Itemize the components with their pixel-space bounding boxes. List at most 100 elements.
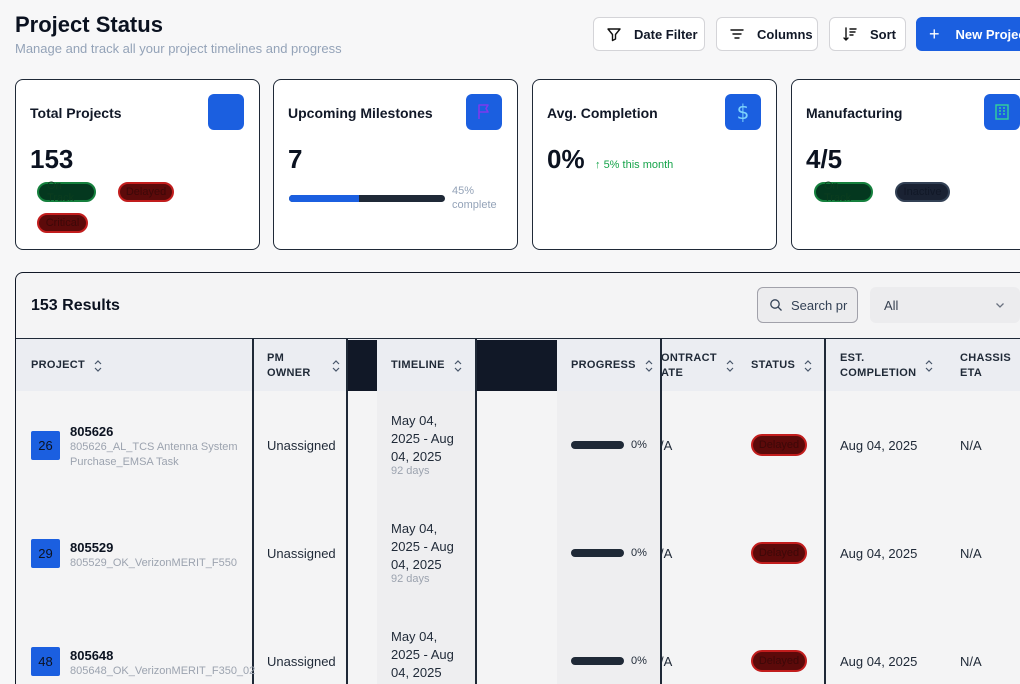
col-header-pm-owner[interactable]: PM OWNER [267,339,341,392]
pm-owner: Unassigned [267,438,336,453]
timeline-range: May 04, 2025 - Aug 04, 2025 [391,520,471,574]
project-description: 805529_OK_VerizonMERIT_F550 [70,556,240,571]
col-label: PROGRESS [571,359,636,371]
sort-arrows-icon [332,359,340,372]
columns-label: Columns [757,26,813,42]
project-name[interactable]: 805529 [70,540,113,555]
timeline-days: 92 days [391,465,430,477]
card-title: Avg. Completion [547,105,658,121]
new-project-button[interactable]: + New Project [916,17,1020,51]
card-title: Total Projects [30,105,122,121]
col-header-timeline[interactable]: TIMELINE [391,339,463,392]
table-row[interactable]: 26 805626 805626_AL_TCS Antenna System P… [16,391,1020,499]
trend-indicator: ↑ 5% this month [595,159,673,171]
columns-button[interactable]: Columns [716,17,818,51]
flag-icon [466,94,502,130]
hidden-column-header [476,340,557,391]
sort-arrows-icon [645,359,653,372]
card-avg-completion: Avg. Completion $ 0% ↑ 5% this month [532,79,777,250]
col-header-status[interactable]: STATUS [751,339,813,392]
col-label: EST. [840,351,865,364]
contract-date: /A [660,654,673,669]
project-description-line: Purchase_EMSA Task [70,456,179,468]
milestone-progress-bar [289,195,445,202]
project-id-badge: 26 [31,431,60,460]
timeline-line: 2025 - Aug [391,539,454,554]
folder-icon [208,94,244,130]
project-description: 805626_AL_TCS Antenna System Purchase_EM… [70,440,240,470]
status-badge: Delayed [751,650,807,672]
col-label: ETA [960,366,983,379]
milestone-progress-fill [289,195,360,202]
card-value: 4/5 [806,144,843,174]
dollar-icon: $ [725,94,761,130]
status-badge: Delayed [751,434,807,456]
sort-button[interactable]: Sort [829,17,906,51]
sort-arrows-icon [804,359,812,372]
search-icon [770,299,782,311]
project-name[interactable]: 805648 [70,648,113,663]
sort-arrows-icon [94,359,102,372]
col-header-project[interactable]: PROJECT [31,339,103,392]
timeline-line: May 04, [391,521,438,536]
plus-icon: + [929,24,940,44]
delayed-badge: Delayed [118,182,174,202]
timeline-line: May 04, [391,413,438,428]
row-progress-pct: 0% [631,547,647,559]
col-header-chassis-eta[interactable]: CHASSIS ETA [960,339,1020,392]
col-label: TIMELINE [391,359,445,371]
est-completion: Aug 04, 2025 [840,654,918,669]
filter-value: All [884,297,899,313]
row-progress-bar [571,549,624,557]
chassis-eta: N/A [960,546,982,561]
project-id-badge: 29 [31,539,60,568]
col-header-progress[interactable]: PROGRESS [571,339,654,392]
col-label: PROJECT [31,359,86,371]
card-title: Manufacturing [806,105,903,121]
table-row[interactable]: 48 805648 805648_OK_VerizonMERIT_F350_02… [16,607,1020,684]
sort-arrows-icon [925,359,933,372]
project-description-line: 805529_OK_VerizonMERIT_F550 [70,557,237,569]
new-project-label: New Project [955,26,1020,42]
pm-owner: Unassigned [267,654,336,669]
timeline-line: May 04, [391,629,438,644]
date-filter-label: Date Filter [634,26,698,42]
contract-date: /A [660,438,673,453]
col-header-contract-date[interactable]: ONTRACT ATE [661,339,735,392]
status-filter-select[interactable]: All [870,287,1020,323]
card-total-projects: Total Projects 153 On Track Delayed Crit… [15,79,260,250]
project-description: 805648_OK_VerizonMERIT_F350_02 [70,664,256,679]
col-label: COMPLETION [840,366,917,379]
table-row[interactable]: 29 805529 805529_OK_VerizonMERIT_F550 Un… [16,499,1020,607]
timeline-line: 2025 - Aug [391,431,454,446]
col-header-est-completion[interactable]: EST. COMPLETION [840,339,934,392]
sort-label: Sort [870,26,896,42]
progress-pct-text: 45% [452,185,475,197]
sort-arrows-icon [454,359,462,372]
project-name[interactable]: 805626 [70,424,113,439]
search-input[interactable]: Search pr [757,287,858,323]
progress-complete-text: complete [452,199,497,211]
timeline-days: 92 days [391,573,430,585]
card-manufacturing: Manufacturing 4/5 On Track Inactive [791,79,1020,250]
est-completion: Aug 04, 2025 [840,546,918,561]
pm-owner: Unassigned [267,546,336,561]
col-label: STATUS [751,359,796,371]
sort-icon [843,27,857,41]
date-filter-button[interactable]: Date Filter [593,17,705,51]
timeline-line: 04, 2025 [391,665,442,680]
contract-date: /A [660,546,673,561]
on-track-badge: On Track [814,180,873,204]
timeline-line: 04, 2025 [391,449,442,464]
hidden-column-header [347,340,377,391]
project-description-line: 805648_OK_VerizonMERIT_F350_02 [70,665,256,677]
critical-badge: Critical [37,213,88,233]
chassis-eta: N/A [960,654,982,669]
timeline-range: May 04, 2025 - Aug 04, 2025 [391,628,471,682]
search-placeholder: Search pr [791,297,848,313]
timeline-line: 2025 - Aug [391,647,454,662]
card-title: Upcoming Milestones [288,105,433,121]
page-subtitle: Manage and track all your project timeli… [15,41,342,56]
progress-label: 45% complete [452,184,497,212]
est-completion: Aug 04, 2025 [840,438,918,453]
